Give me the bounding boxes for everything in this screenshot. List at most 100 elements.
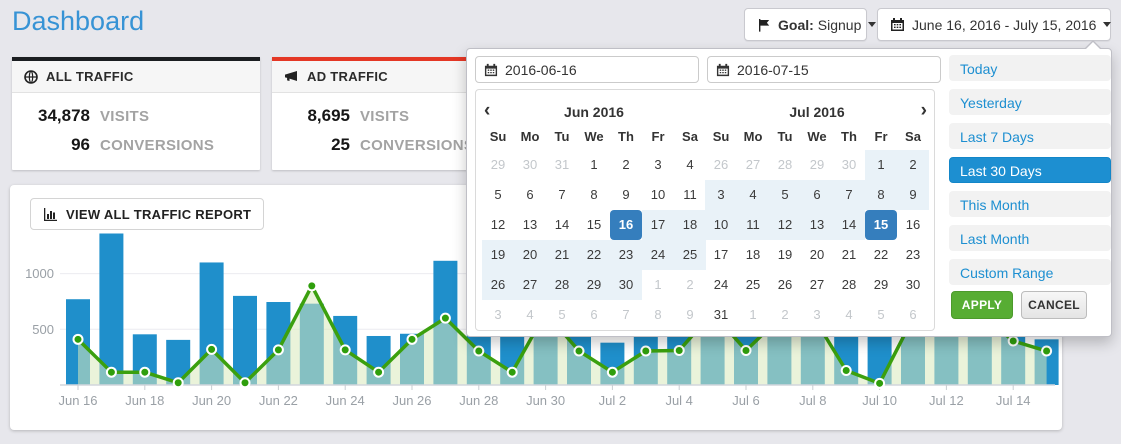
day-cell[interactable]: 5 xyxy=(769,180,801,210)
day-cell[interactable]: 6 xyxy=(801,180,833,210)
day-cell[interactable]: 8 xyxy=(642,300,674,330)
day-cell[interactable]: 5 xyxy=(482,180,514,210)
day-cell[interactable]: 6 xyxy=(897,300,929,330)
day-cell[interactable]: 7 xyxy=(610,300,642,330)
day-cell[interactable]: 16 xyxy=(897,210,929,240)
day-cell[interactable]: 1 xyxy=(865,150,897,180)
day-cell[interactable]: 17 xyxy=(705,240,737,270)
day-cell[interactable]: 25 xyxy=(674,240,706,270)
day-cell[interactable]: 7 xyxy=(546,180,578,210)
day-cell[interactable]: 3 xyxy=(801,300,833,330)
day-cell[interactable]: 21 xyxy=(546,240,578,270)
day-cell[interactable]: 29 xyxy=(801,150,833,180)
day-cell[interactable]: 23 xyxy=(610,240,642,270)
day-cell[interactable]: 25 xyxy=(737,270,769,300)
day-cell[interactable]: 30 xyxy=(833,150,865,180)
day-cell[interactable]: 21 xyxy=(833,240,865,270)
line-marker[interactable] xyxy=(1042,347,1051,356)
day-cell[interactable]: 9 xyxy=(674,300,706,330)
preset-last-7-days[interactable]: Last 7 Days xyxy=(949,123,1111,149)
line-marker[interactable] xyxy=(74,335,83,344)
day-cell[interactable]: 8 xyxy=(578,180,610,210)
day-cell[interactable]: 28 xyxy=(546,270,578,300)
day-cell[interactable]: 26 xyxy=(705,150,737,180)
day-cell[interactable]: 27 xyxy=(801,270,833,300)
day-cell[interactable]: 3 xyxy=(705,180,737,210)
line-marker[interactable] xyxy=(140,368,149,377)
day-cell[interactable]: 4 xyxy=(833,300,865,330)
day-cell[interactable]: 29 xyxy=(482,150,514,180)
day-cell[interactable]: 14 xyxy=(833,210,865,240)
day-cell[interactable]: 2 xyxy=(897,150,929,180)
day-cell[interactable]: 30 xyxy=(897,270,929,300)
preset-custom-range[interactable]: Custom Range xyxy=(949,259,1111,285)
day-cell[interactable]: 9 xyxy=(897,180,929,210)
line-marker[interactable] xyxy=(207,345,216,354)
day-cell[interactable]: 18 xyxy=(674,210,706,240)
goal-selector-button[interactable]: Goal: Signup xyxy=(744,8,867,41)
line-marker[interactable] xyxy=(341,345,350,354)
line-marker[interactable] xyxy=(441,314,450,323)
line-marker[interactable] xyxy=(307,281,316,290)
line-marker[interactable] xyxy=(608,368,617,377)
day-cell[interactable]: 28 xyxy=(833,270,865,300)
day-cell[interactable]: 10 xyxy=(642,180,674,210)
day-cell[interactable]: 17 xyxy=(642,210,674,240)
line-marker[interactable] xyxy=(508,368,517,377)
date-range-button[interactable]: June 16, 2016 - July 15, 2016 xyxy=(877,8,1111,41)
day-cell[interactable]: 8 xyxy=(865,180,897,210)
day-cell[interactable]: 30 xyxy=(514,150,546,180)
day-cell[interactable]: 27 xyxy=(514,270,546,300)
day-cell[interactable]: 19 xyxy=(769,240,801,270)
day-cell[interactable]: 24 xyxy=(705,270,737,300)
day-cell[interactable]: 11 xyxy=(737,210,769,240)
day-cell[interactable]: 29 xyxy=(578,270,610,300)
day-cell[interactable]: 26 xyxy=(482,270,514,300)
day-cell[interactable]: 2 xyxy=(674,270,706,300)
cancel-button[interactable]: CANCEL xyxy=(1021,291,1087,319)
line-marker[interactable] xyxy=(675,346,684,355)
day-cell[interactable]: 1 xyxy=(642,270,674,300)
preset-today[interactable]: Today xyxy=(949,55,1111,81)
day-cell[interactable]: 13 xyxy=(514,210,546,240)
day-cell[interactable]: 13 xyxy=(801,210,833,240)
day-cell[interactable]: 7 xyxy=(833,180,865,210)
day-cell[interactable]: 30 xyxy=(610,270,642,300)
preset-yesterday[interactable]: Yesterday xyxy=(949,89,1111,115)
day-cell[interactable]: 4 xyxy=(737,180,769,210)
day-cell[interactable]: 16 xyxy=(610,210,642,240)
line-marker[interactable] xyxy=(875,379,884,388)
line-marker[interactable] xyxy=(408,335,417,344)
day-cell[interactable]: 29 xyxy=(865,270,897,300)
day-cell[interactable]: 4 xyxy=(674,150,706,180)
day-cell[interactable]: 28 xyxy=(769,150,801,180)
day-cell[interactable]: 9 xyxy=(610,180,642,210)
day-cell[interactable]: 2 xyxy=(610,150,642,180)
day-cell[interactable]: 15 xyxy=(578,210,610,240)
day-cell[interactable]: 6 xyxy=(514,180,546,210)
day-cell[interactable]: 31 xyxy=(546,150,578,180)
prev-month-chevron[interactable]: ‹ xyxy=(484,100,504,122)
day-cell[interactable]: 1 xyxy=(578,150,610,180)
day-cell[interactable]: 5 xyxy=(865,300,897,330)
day-cell[interactable]: 19 xyxy=(482,240,514,270)
day-cell[interactable]: 11 xyxy=(674,180,706,210)
day-cell[interactable]: 31 xyxy=(705,300,737,330)
day-cell[interactable]: 1 xyxy=(737,300,769,330)
line-marker[interactable] xyxy=(374,368,383,377)
preset-this-month[interactable]: This Month xyxy=(949,191,1111,217)
day-cell[interactable]: 3 xyxy=(482,300,514,330)
line-marker[interactable] xyxy=(174,378,183,387)
preset-last-month[interactable]: Last Month xyxy=(949,225,1111,251)
day-cell[interactable]: 20 xyxy=(801,240,833,270)
line-marker[interactable] xyxy=(1009,336,1018,345)
day-cell[interactable]: 6 xyxy=(578,300,610,330)
day-cell[interactable]: 14 xyxy=(546,210,578,240)
day-cell[interactable]: 15 xyxy=(865,210,897,240)
line-marker[interactable] xyxy=(742,346,751,355)
day-cell[interactable]: 2 xyxy=(769,300,801,330)
day-cell[interactable]: 23 xyxy=(897,240,929,270)
day-cell[interactable]: 22 xyxy=(865,240,897,270)
day-cell[interactable]: 27 xyxy=(737,150,769,180)
line-marker[interactable] xyxy=(575,347,584,356)
